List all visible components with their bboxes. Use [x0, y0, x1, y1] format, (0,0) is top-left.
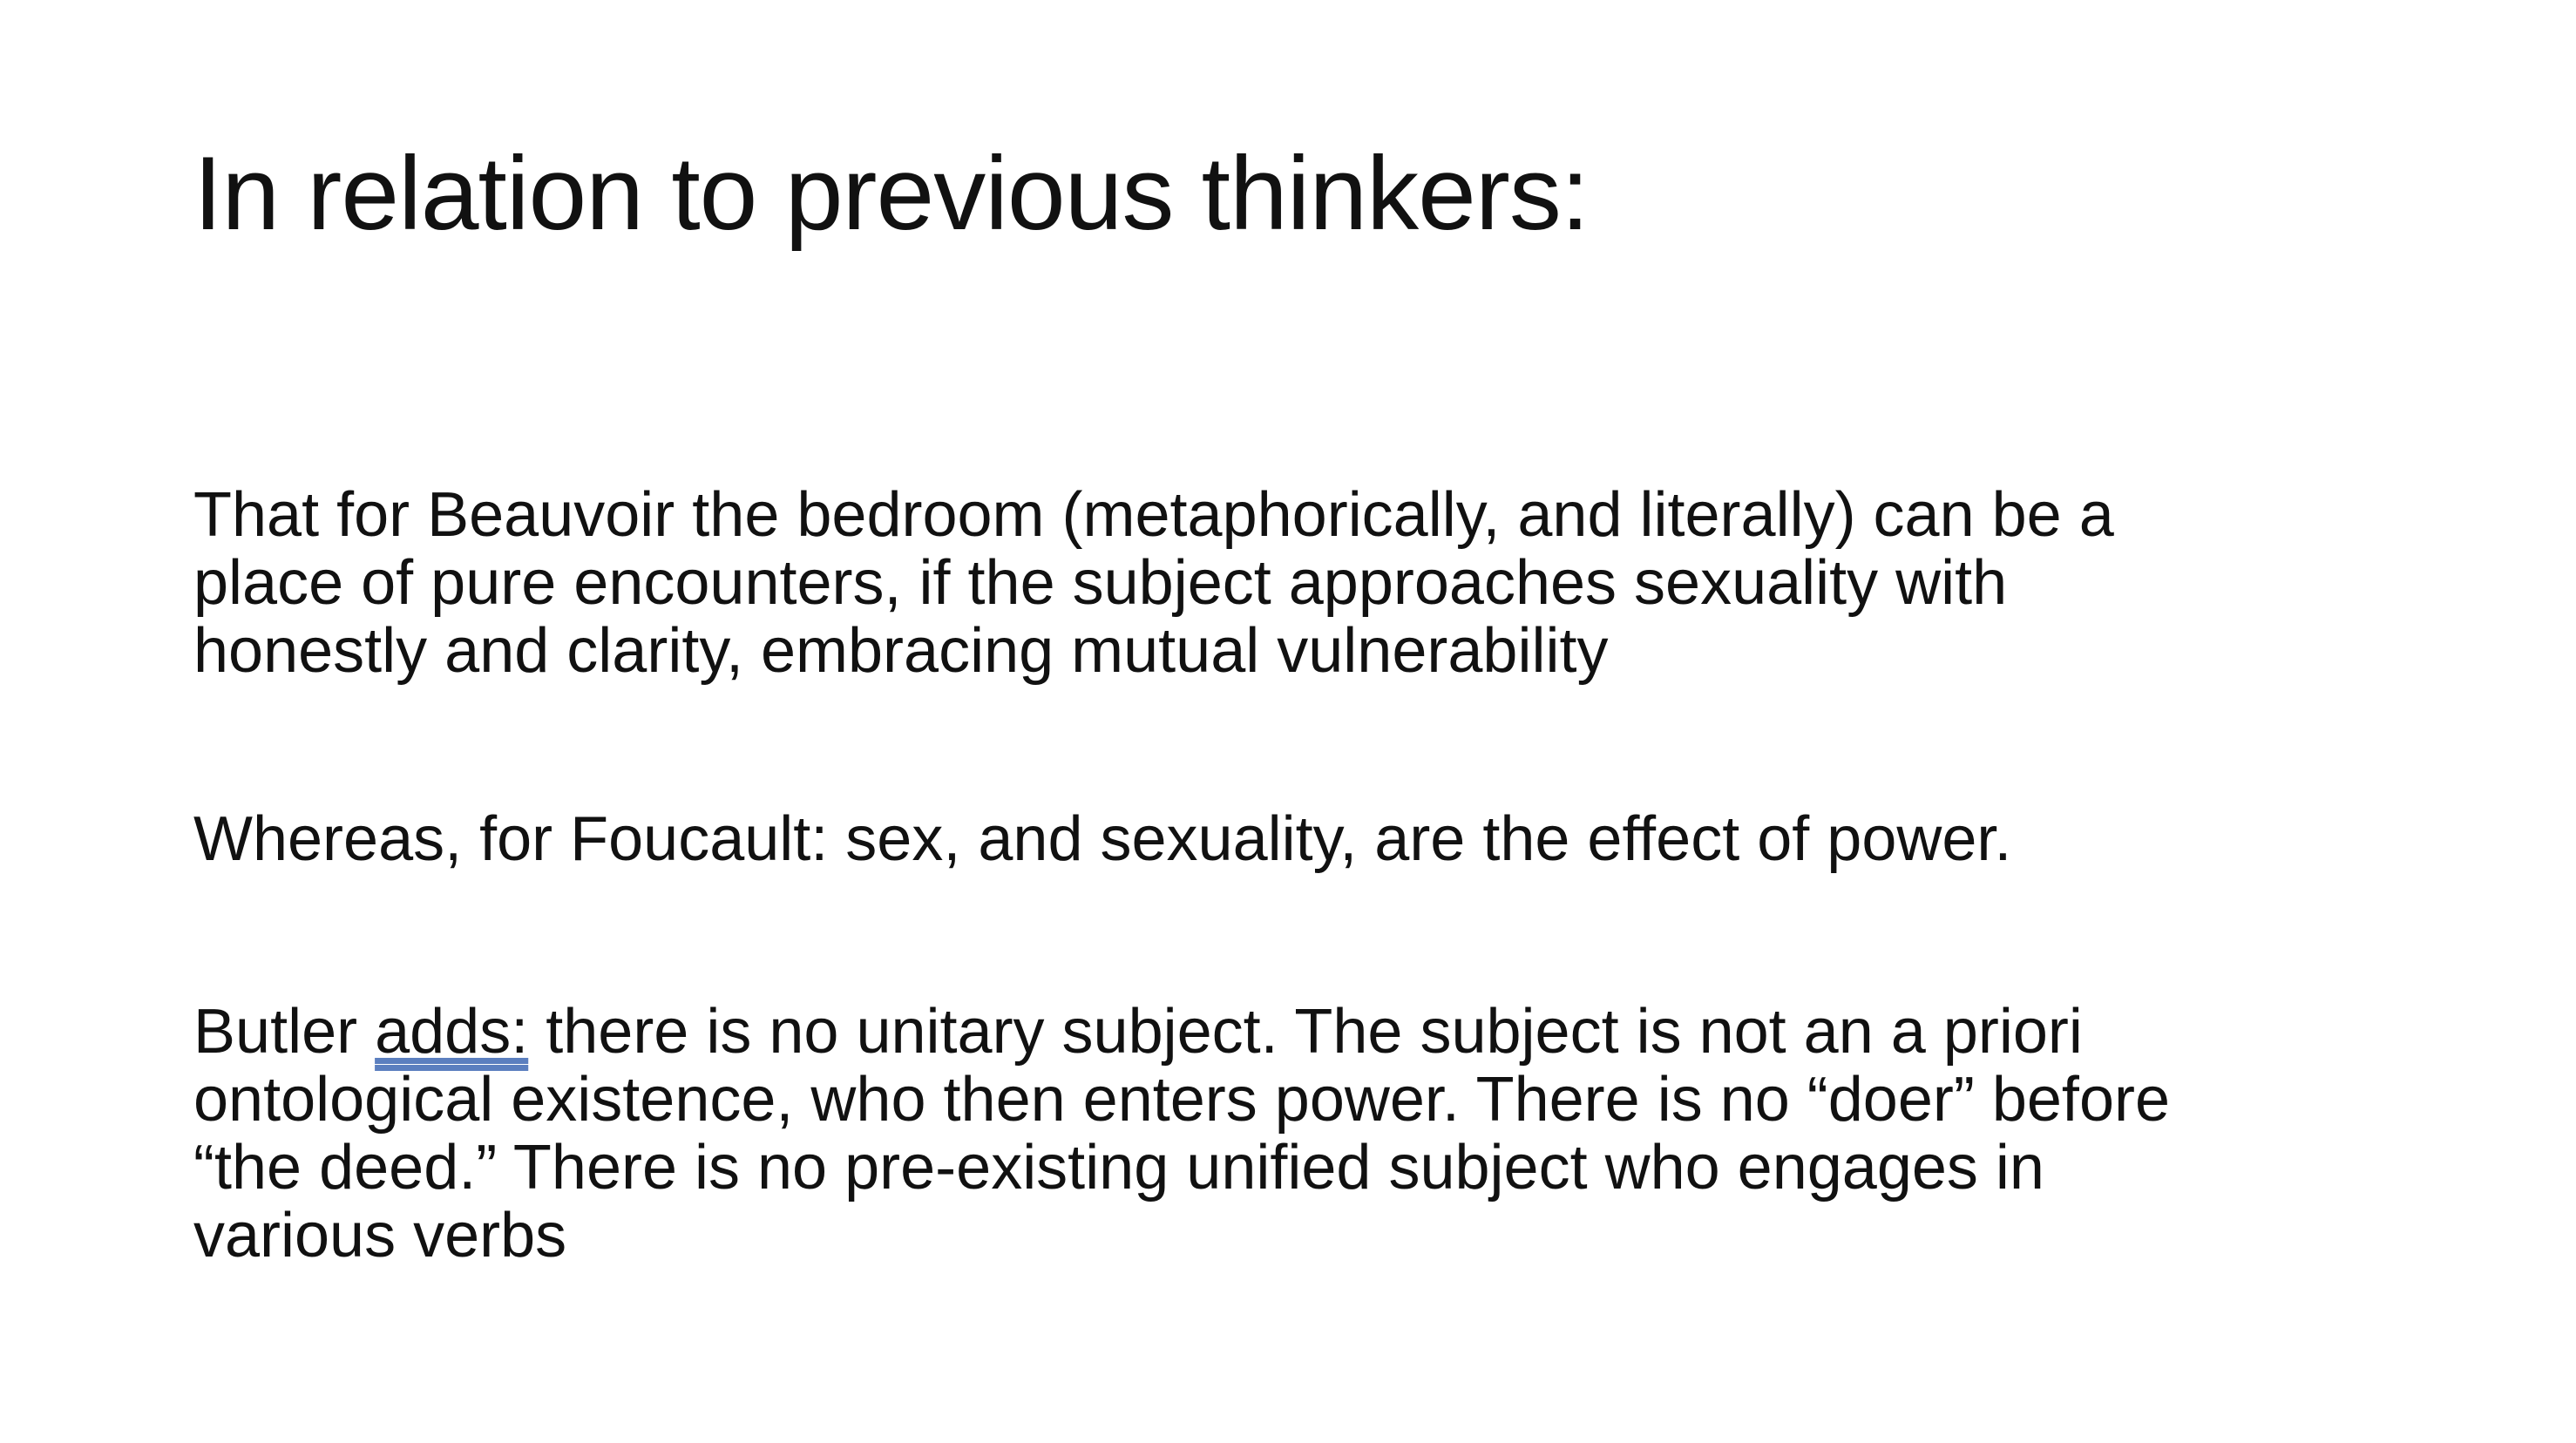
- paragraph-foucault: Whereas, for Foucault: sex, and sexualit…: [193, 805, 2390, 873]
- paragraph-line: place of pure encounters, if the subject…: [193, 548, 2008, 618]
- paragraph-butler: Butler adds: there is no unitary subject…: [193, 998, 2390, 1270]
- paragraph-text: there is no unitary subject. The subject…: [528, 997, 2083, 1067]
- paragraph-line: honestly and clarity, embracing mutual v…: [193, 616, 1609, 686]
- paragraph-line: Butler adds: there is no unitary subject…: [193, 998, 2390, 1066]
- adds-link[interactable]: adds:: [375, 997, 528, 1067]
- paragraph-beauvoir: That for Beauvoir the bedroom (metaphori…: [193, 481, 2390, 685]
- paragraph-line: “the deed.” There is no pre-existing uni…: [193, 1133, 2044, 1202]
- paragraph-line: Whereas, for Foucault: sex, and sexualit…: [193, 804, 2012, 874]
- paragraph-line: ontological existence, who then enters p…: [193, 1065, 2170, 1135]
- paragraph-text: Butler: [193, 997, 376, 1067]
- slide-title: In relation to previous thinkers:: [193, 135, 1590, 252]
- paragraph-line: That for Beauvoir the bedroom (metaphori…: [193, 480, 2114, 550]
- paragraph-line: various verbs: [193, 1201, 567, 1270]
- slide: In relation to previous thinkers: That f…: [0, 0, 2576, 1443]
